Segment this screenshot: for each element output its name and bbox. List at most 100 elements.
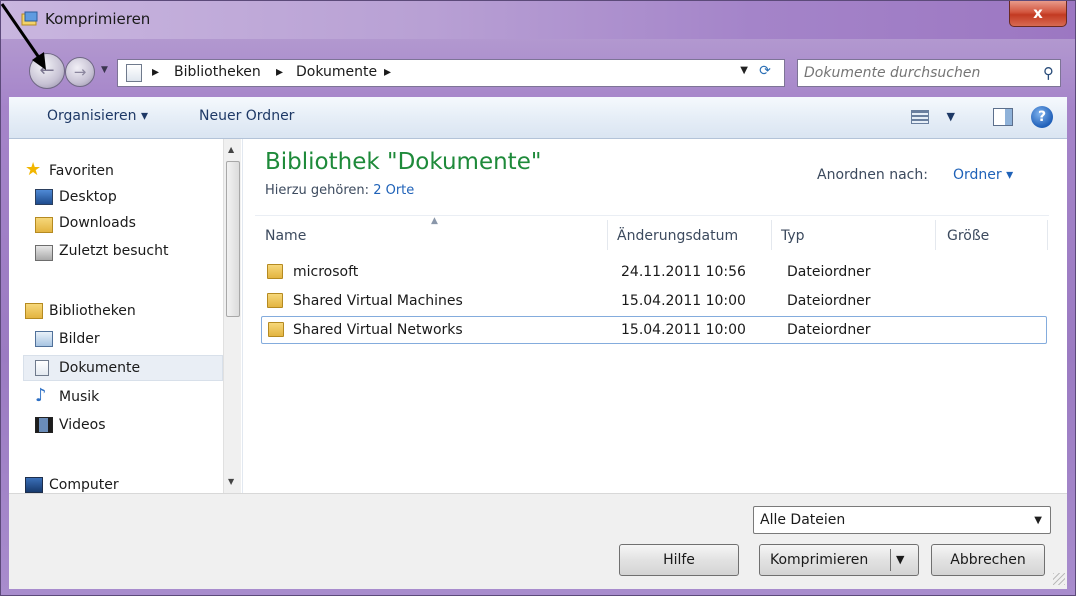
new-folder-button[interactable]: Neuer Ordner (199, 108, 294, 124)
dialog-window: Komprimieren x ← → ▼ ▸ Bibliotheken ▸ Do… (0, 0, 1076, 596)
close-button[interactable]: x (1009, 1, 1067, 27)
command-bar: Organisieren ▾ Neuer Ordner ▼ ? (9, 97, 1067, 139)
computer-icon (25, 477, 43, 493)
history-dropdown-icon[interactable]: ▼ (101, 65, 108, 75)
sidebar-item-videos[interactable]: Videos (9, 413, 231, 439)
sidebar-item-label: Musik (59, 389, 100, 405)
address-bar[interactable]: ▸ Bibliotheken ▸ Dokumente ▸ ▼ ⟳ (117, 59, 785, 87)
column-divider[interactable] (607, 220, 608, 250)
content-area: ★ Favoriten Desktop Downloads Zuletzt be… (9, 139, 1067, 493)
close-icon: x (1033, 4, 1043, 22)
document-library-icon (126, 64, 142, 82)
row-name: microsoft (293, 264, 359, 280)
recent-places-icon (35, 245, 53, 261)
pointer-arrow-icon (0, 3, 46, 70)
sidebar-item-label: Downloads (59, 215, 136, 231)
cancel-button[interactable]: Abbrechen (931, 544, 1045, 576)
sidebar-item-label: Computer (49, 477, 119, 493)
address-dropdown-icon[interactable]: ▼ (740, 65, 748, 76)
star-icon: ★ (25, 159, 42, 180)
arrange-by-label: Anordnen nach: (817, 167, 928, 183)
scroll-up-icon[interactable]: ▲ (228, 145, 234, 154)
table-row[interactable]: Shared Virtual Networks 15.04.2011 10:00… (261, 316, 1047, 344)
resize-grip[interactable] (1053, 573, 1065, 585)
breadcrumb-chevron-icon[interactable]: ▸ (152, 64, 159, 80)
row-name: Shared Virtual Networks (293, 322, 463, 338)
dialog-footer: Alle Dateien ▼ Hilfe Komprimieren ▼ Abbr… (9, 493, 1067, 589)
sidebar-item-music[interactable]: ♪ Musik (9, 385, 231, 411)
breadcrumb-chevron-icon[interactable]: ▸ (384, 64, 391, 80)
sidebar-item-label: Bilder (59, 331, 100, 347)
forward-button[interactable]: → (65, 57, 95, 87)
help-icon[interactable]: ? (1031, 106, 1053, 128)
column-divider[interactable] (771, 220, 772, 250)
documents-icon (35, 360, 49, 376)
library-subtitle: Hierzu gehören: 2 Orte (265, 183, 414, 198)
desktop-icon (35, 189, 53, 205)
pictures-icon (35, 331, 53, 347)
file-type-select[interactable]: Alle Dateien ▼ (753, 506, 1051, 534)
column-name[interactable]: Name (265, 228, 306, 244)
forward-arrow-icon: → (73, 63, 87, 81)
sort-ascending-icon: ▲ (431, 216, 438, 226)
sidebar-item-libraries[interactable]: Bibliotheken (9, 299, 231, 325)
table-row[interactable]: microsoft 24.11.2011 10:56 Dateiordner (261, 259, 1047, 287)
video-film-icon (35, 417, 53, 433)
folder-icon (267, 264, 283, 279)
libraries-icon (25, 303, 43, 319)
chevron-down-icon[interactable]: ▼ (1034, 515, 1042, 526)
row-name: Shared Virtual Machines (293, 293, 463, 309)
row-type: Dateiordner (787, 264, 871, 280)
subtitle-prefix: Hierzu gehören: (265, 183, 370, 198)
view-options-icon[interactable] (911, 110, 929, 124)
file-list-pane: Bibliothek "Dokumente" Hierzu gehören: 2… (243, 139, 1067, 493)
table-row[interactable]: Shared Virtual Machines 15.04.2011 10:00… (261, 288, 1047, 316)
nav-scrollbar[interactable]: ▲ ▼ (223, 139, 241, 493)
sidebar-item-documents[interactable]: Dokumente (23, 355, 223, 381)
sidebar-item-pictures[interactable]: Bilder (9, 327, 231, 353)
breadcrumb-chevron-icon[interactable]: ▸ (276, 64, 283, 80)
view-dropdown-icon[interactable]: ▼ (947, 110, 955, 123)
column-divider[interactable] (935, 220, 936, 250)
scroll-thumb[interactable] (226, 161, 240, 317)
sidebar-item-label: Desktop (59, 189, 117, 205)
column-divider[interactable] (1047, 220, 1048, 250)
breadcrumb-dokumente[interactable]: Dokumente (296, 64, 377, 80)
help-button[interactable]: Hilfe (619, 544, 739, 576)
compress-split-button[interactable]: Komprimieren ▼ (759, 544, 919, 576)
column-size[interactable]: Größe (947, 228, 989, 244)
file-type-value: Alle Dateien (760, 512, 846, 528)
scroll-down-icon[interactable]: ▼ (228, 477, 234, 486)
split-divider (890, 549, 891, 571)
compress-button[interactable]: Komprimieren (770, 545, 868, 575)
row-date: 15.04.2011 10:00 (621, 322, 746, 338)
row-type: Dateiordner (787, 322, 871, 338)
search-input[interactable] (804, 64, 1024, 82)
column-date[interactable]: Änderungsdatum (617, 228, 738, 244)
breadcrumb-bibliotheken[interactable]: Bibliotheken (174, 64, 261, 80)
column-type[interactable]: Typ (781, 228, 805, 244)
arrange-by-dropdown[interactable]: Ordner ▾ (953, 167, 1013, 183)
sidebar-item-label: Dokumente (59, 360, 141, 376)
row-date: 15.04.2011 10:00 (621, 293, 746, 309)
folder-icon (268, 322, 284, 337)
locations-link[interactable]: 2 Orte (373, 183, 414, 198)
folder-icon (267, 293, 283, 308)
sidebar-item-label: Zuletzt besucht (59, 243, 169, 259)
sidebar-item-computer[interactable]: Computer (9, 473, 231, 493)
library-title: Bibliothek "Dokumente" (265, 149, 542, 175)
search-box[interactable]: ⚲ (797, 59, 1061, 87)
sidebar-item-desktop[interactable]: Desktop (9, 185, 231, 211)
preview-pane-icon[interactable] (993, 108, 1013, 126)
sidebar-item-label: Bibliotheken (49, 303, 136, 319)
music-note-icon: ♪ (35, 385, 47, 406)
organize-button[interactable]: Organisieren ▾ (47, 108, 148, 124)
refresh-icon[interactable]: ⟳ (752, 63, 778, 83)
row-date: 24.11.2011 10:56 (621, 264, 746, 280)
sidebar-item-favorites[interactable]: ★ Favoriten (9, 159, 231, 185)
search-icon[interactable]: ⚲ (1043, 64, 1054, 82)
sidebar-item-downloads[interactable]: Downloads (9, 213, 231, 239)
sidebar-item-recent[interactable]: Zuletzt besucht (9, 241, 231, 267)
column-header-row: ▲ Name Änderungsdatum Typ Größe (255, 215, 1049, 255)
compress-dropdown-icon[interactable]: ▼ (896, 545, 904, 575)
